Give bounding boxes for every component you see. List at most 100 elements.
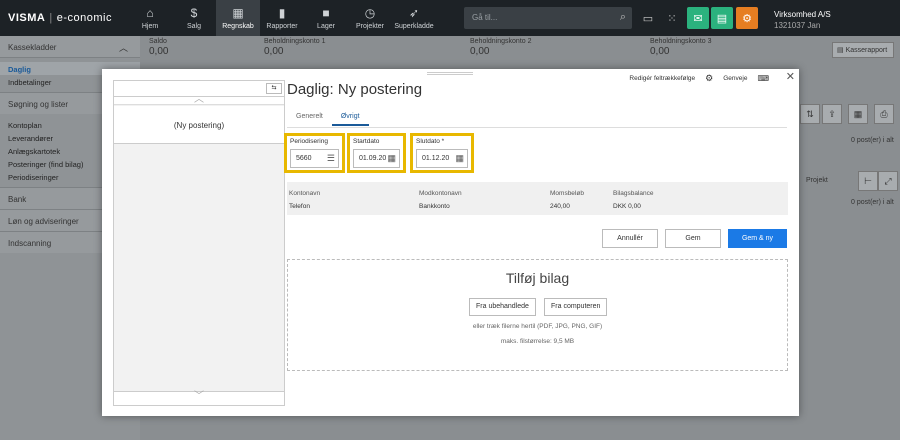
gear-icon[interactable]: ⚙ bbox=[736, 7, 758, 29]
attach-title: Tilføj bilag bbox=[505, 270, 570, 286]
new-entry-dialog: ⇆ ︿ (Ny postering) ﹀ Daglig: Ny posterin… bbox=[102, 69, 799, 416]
attach-maxsize: maks. filstørrelse: 9,5 MB bbox=[500, 338, 575, 345]
calendar-icon[interactable]: ▦ bbox=[387, 153, 396, 164]
bar-chart-icon: ▮ bbox=[278, 6, 286, 20]
posts-count: 0 post(er) i alt bbox=[851, 199, 894, 206]
expand-icon[interactable]: ⤢ bbox=[878, 171, 898, 191]
search-icon: ⌕ bbox=[619, 11, 626, 23]
chat-icon[interactable]: ✉ bbox=[687, 7, 709, 29]
nav-regnskab[interactable]: ▦ Regnskab bbox=[216, 0, 260, 36]
nav-superkladde[interactable]: ➶ Superkladde bbox=[392, 0, 436, 36]
tab-generelt[interactable]: Generelt bbox=[287, 113, 332, 126]
balance-konto1: Beholdningskonto 1 0,00 bbox=[264, 38, 326, 57]
drag-handle[interactable] bbox=[427, 72, 473, 75]
nav-label: Rapporter bbox=[266, 22, 298, 30]
balance-konto3: Beholdningskonto 3 0,00 bbox=[650, 38, 712, 57]
collapse-icon[interactable]: ⊢ bbox=[858, 171, 878, 191]
logo[interactable]: VISMA | e-conomic bbox=[0, 0, 128, 36]
entry-list-pane: ⇆ ︿ (Ny postering) ﹀ bbox=[113, 80, 285, 406]
search-input[interactable]: Gå til... ⌕ bbox=[464, 7, 632, 29]
nav-lager[interactable]: ■ Lager bbox=[304, 0, 348, 36]
calendar-icon[interactable]: ▦ bbox=[455, 153, 464, 164]
periodisering-label: Periodisering bbox=[290, 138, 328, 145]
kasserapport-label: Kasserapport bbox=[845, 47, 888, 54]
edit-field-order-link[interactable]: Redigér feltrækkefølge bbox=[629, 75, 695, 82]
book-icon[interactable]: ▤ bbox=[711, 7, 733, 29]
chevron-up-icon[interactable]: ︿ bbox=[114, 95, 284, 105]
chevron-down-icon[interactable]: ﹀ bbox=[114, 391, 284, 405]
top-navigation: VISMA | e-conomic ⌂ Hjem $ Salg ▦ Regnskab … bbox=[0, 0, 900, 36]
print-icon[interactable]: ⎙ bbox=[874, 104, 894, 124]
periodisering-input[interactable]: 5660 ☰ bbox=[290, 149, 339, 168]
cell-modkontonavn: Bankkonto bbox=[419, 203, 450, 210]
sidebar-header-kassekladder[interactable]: Kassekladder ︿ bbox=[0, 36, 140, 58]
save-button[interactable]: Gem bbox=[665, 229, 721, 248]
nav-label: Hjem bbox=[141, 22, 159, 30]
slutdato-label: Slutdato * bbox=[416, 138, 445, 145]
nav-rapporter[interactable]: ▮ Rapporter bbox=[260, 0, 304, 36]
sidebar-header-label: Kassekladder bbox=[8, 43, 57, 52]
filter-icon[interactable]: ⇆ bbox=[266, 83, 282, 94]
periodisering-value: 5660 bbox=[296, 155, 312, 162]
logo-brand: VISMA bbox=[8, 12, 46, 24]
cell-momsbelob: 240,00 bbox=[550, 203, 570, 210]
slutdato-field: Slutdato * 01.12.20 ▦ bbox=[410, 133, 474, 173]
company-id: 1321037 Jan bbox=[774, 21, 821, 30]
cell-kontonavn: Telefon bbox=[289, 203, 310, 210]
startdato-input[interactable]: 01.09.20 ▦ bbox=[353, 149, 400, 168]
balance-label: Beholdningskonto 3 bbox=[650, 38, 712, 45]
nav-projekter[interactable]: ◷ Projekter bbox=[348, 0, 392, 36]
from-computer-button[interactable]: Fra computeren bbox=[544, 298, 608, 316]
balance-saldo: Saldo 0,00 bbox=[149, 38, 168, 57]
entry-summary-table: Kontonavn Modkontonavn Momsbeløb Bilagsb… bbox=[287, 182, 788, 215]
list-item[interactable]: (Ny postering) bbox=[114, 106, 284, 144]
nav-label: Salg bbox=[186, 22, 201, 30]
gear-icon[interactable]: ⚙ bbox=[705, 73, 713, 84]
slutdato-input[interactable]: 01.12.20 ▦ bbox=[416, 149, 468, 168]
columns-icon[interactable]: ▦ bbox=[848, 104, 868, 124]
export-icon[interactable]: ⇪ bbox=[822, 104, 842, 124]
balance-label: Beholdningskonto 2 bbox=[470, 38, 532, 45]
from-unhandled-button[interactable]: Fra ubehandlede bbox=[469, 298, 536, 316]
shortcuts-link[interactable]: Genveje bbox=[723, 75, 747, 82]
nav-hjem[interactable]: ⌂ Hjem bbox=[128, 0, 172, 36]
close-icon[interactable]: ✕ bbox=[786, 70, 795, 83]
keyboard-icon[interactable]: ⌨ bbox=[757, 74, 769, 83]
dialog-toplinks: Redigér feltrækkefølge ⚙ Genveje ⌨ bbox=[629, 73, 769, 84]
logo-separator: | bbox=[49, 12, 53, 24]
column-projekt: Projekt bbox=[806, 177, 828, 184]
column-modkontonavn: Modkontonavn bbox=[419, 190, 462, 197]
slutdato-value: 01.12.20 bbox=[422, 155, 450, 162]
company-name: Virksomhed A/S bbox=[774, 10, 831, 19]
balance-label: Beholdningskonto 1 bbox=[264, 38, 326, 45]
startdato-label: Startdato bbox=[353, 138, 380, 145]
clock-icon: ◷ bbox=[364, 6, 376, 20]
rocket-icon: ➶ bbox=[408, 6, 420, 20]
apps-icon[interactable]: ⁙ bbox=[662, 8, 682, 28]
kasserapport-button[interactable]: ▤ Kasserapport bbox=[832, 42, 894, 58]
column-kontonavn: Kontonavn bbox=[289, 190, 321, 197]
home-icon: ⌂ bbox=[146, 6, 154, 20]
attach-hint: eller træk filerne hertil (PDF, JPG, PNG… bbox=[472, 323, 603, 330]
company-info[interactable]: Virksomhed A/S 1321037 Jan bbox=[774, 9, 831, 31]
balance-konto2: Beholdningskonto 2 0,00 bbox=[470, 38, 532, 57]
balance-label: Saldo bbox=[149, 38, 167, 45]
balance-value: 0,00 bbox=[650, 46, 670, 57]
column-momsbelob: Momsbeløb bbox=[550, 190, 584, 197]
chevron-up-icon: ︿ bbox=[118, 43, 128, 53]
sort-icon[interactable]: ⇅ bbox=[800, 104, 820, 124]
search-placeholder: Gå til... bbox=[472, 13, 498, 22]
calculator-icon: ▦ bbox=[232, 6, 244, 20]
posts-count: 0 post(er) i alt bbox=[851, 137, 894, 144]
cell-bilagsbalance: DKK 0,00 bbox=[613, 203, 641, 210]
save-new-button[interactable]: Gem & ny bbox=[728, 229, 787, 248]
nav-label: Projekter bbox=[355, 22, 384, 30]
balance-value: 0,00 bbox=[149, 46, 169, 57]
attachment-dropzone[interactable]: Tilføj bilag Fra ubehandlede Fra compute… bbox=[287, 259, 788, 371]
list-icon[interactable]: ☰ bbox=[327, 153, 335, 164]
dollar-icon: $ bbox=[190, 6, 198, 20]
cancel-button[interactable]: Annullér bbox=[602, 229, 658, 248]
tab-ovrigt[interactable]: Øvrigt bbox=[331, 113, 369, 126]
inbox-icon[interactable]: ▭ bbox=[638, 8, 658, 28]
nav-salg[interactable]: $ Salg bbox=[172, 0, 216, 36]
